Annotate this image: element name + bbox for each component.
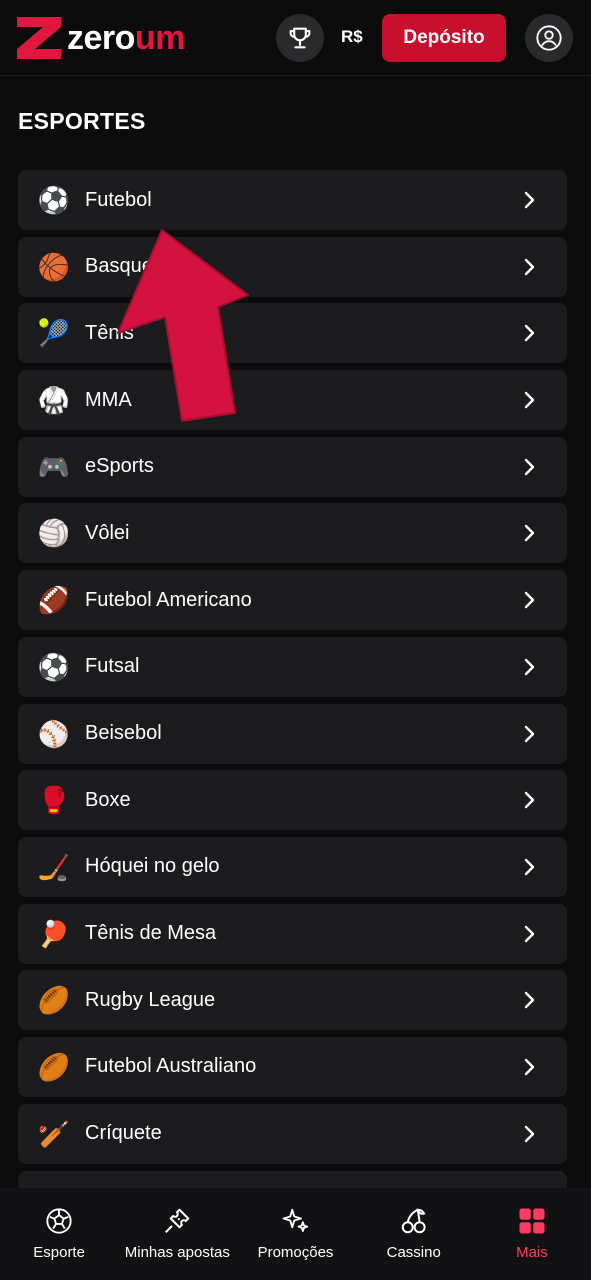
nav-label: Cassino (386, 1244, 441, 1261)
chevron-right-icon (524, 391, 535, 409)
grid-icon (517, 1206, 547, 1236)
sport-item[interactable]: 🎮 eSports (18, 436, 567, 497)
sport-label: Hóquei no gelo (85, 855, 220, 878)
chevron-right-icon (524, 191, 535, 209)
sport-list: ⚽ Futebol 🏀 Basquete 🎾 Tênis 🥋 MMA 🎮 eSports 🏐 Vôle… (18, 170, 567, 1170)
sport-label: Futebol (85, 188, 152, 211)
trophy-button[interactable] (276, 14, 324, 62)
profile-button[interactable] (525, 14, 573, 62)
sport-label: Tênis (85, 321, 134, 344)
chevron-right-icon (524, 258, 535, 275)
nav-label: Esporte (33, 1244, 85, 1261)
sport-item[interactable]: 🏏 Críquete (18, 1103, 567, 1164)
chevron-right-icon (524, 992, 535, 1009)
chevron-right-icon (524, 658, 535, 676)
nav-item-cassino[interactable]: Cassino (355, 1188, 473, 1280)
nav-item-esporte[interactable]: Esporte (0, 1188, 118, 1280)
sport-item[interactable]: 🏉 Rugby League (18, 970, 567, 1031)
sport-item[interactable]: ⚾ Beisebol (18, 703, 567, 764)
sport-item[interactable]: 🥋 MMA (18, 370, 567, 431)
cricket-bat-icon: 🏏 (37, 1118, 71, 1149)
sport-item[interactable]: 🎾 Tênis (18, 303, 567, 364)
zeroum-logo[interactable]: zeroum (17, 17, 185, 59)
top-header: zeroum R$ Depósito (0, 0, 591, 76)
sport-item[interactable]: 🏐 Vôlei (18, 503, 567, 564)
sport-item[interactable]: 🏈 Futebol Americano (18, 570, 567, 631)
ping-pong-icon: 🏓 (37, 918, 71, 949)
nav-item-minhas-apostas[interactable]: Minhas apostas (118, 1188, 236, 1280)
australian-football-icon: 🏉 (37, 1051, 71, 1082)
american-football-icon: 🏈 (37, 585, 71, 616)
sport-label: Beisebol (85, 722, 162, 744)
sport-label: Vôlei (85, 521, 130, 544)
chevron-right-icon (524, 725, 535, 742)
sport-label: MMA (85, 388, 132, 411)
chevron-right-icon (524, 1058, 535, 1076)
deposit-button[interactable]: Depósito (382, 14, 506, 62)
boxing-glove-icon: 🥊 (37, 785, 71, 816)
cherries-icon (399, 1206, 429, 1236)
trophy-icon (289, 27, 311, 49)
chevron-right-icon (524, 1125, 535, 1142)
sport-label: Basquete (85, 255, 170, 278)
sport-item[interactable]: 🏉 Futebol Australiano (18, 1036, 567, 1097)
sparkle-icon (281, 1206, 311, 1236)
chevron-right-icon (524, 591, 535, 609)
sport-label: eSports (85, 455, 154, 478)
sport-item[interactable]: 🏓 Tênis de Mesa (18, 903, 567, 964)
nav-label: Minhas apostas (124, 1244, 230, 1261)
sport-item[interactable]: 🏀 Basquete (18, 236, 567, 297)
rugby-ball-icon: 🏉 (37, 985, 71, 1016)
logo-text: zeroum (67, 19, 185, 57)
volleyball-icon: 🏐 (37, 518, 71, 549)
logo-z-mark-icon (17, 17, 61, 59)
mma-octagon-icon: 🥋 (37, 385, 71, 416)
sport-label: Rugby League (85, 988, 216, 1011)
soccer-ball-icon: ⚽ (37, 185, 71, 215)
sport-label: Futsal (85, 655, 140, 678)
sport-item[interactable]: ⚽ Futsal (18, 636, 567, 697)
game-controller-icon: 🎮 (37, 451, 71, 482)
nav-label: Promoções (257, 1244, 334, 1261)
nav-label: Mais (516, 1244, 548, 1261)
nav-item-promocoes[interactable]: Promoções (236, 1188, 354, 1280)
chevron-right-icon (524, 925, 535, 942)
sport-item[interactable]: 🥊 Boxe (18, 770, 567, 831)
tennis-ball-icon: 🎾 (37, 318, 71, 349)
user-icon (536, 25, 562, 51)
chevron-right-icon (524, 325, 535, 342)
chevron-right-icon (524, 858, 535, 876)
currency-label: R$ (341, 27, 363, 46)
sport-item[interactable]: ⚽ Futebol (18, 170, 567, 230)
nav-item-mais[interactable]: Mais (473, 1188, 591, 1280)
sport-label: Tênis de Mesa (85, 922, 217, 945)
baseball-icon: ⚾ (37, 718, 71, 749)
sport-label: Futebol Australiano (85, 1055, 257, 1078)
soccer-ball-outline-icon (44, 1206, 74, 1236)
sport-label: Críquete (85, 1122, 162, 1145)
bottom-navigation: Esporte Minhas apostas Promoções Cassino Mai… (0, 1188, 591, 1280)
chevron-right-icon (524, 791, 535, 809)
ticket-icon (162, 1206, 192, 1236)
sport-item[interactable]: 🏒 Hóquei no gelo (18, 836, 567, 897)
basketball-icon: 🏀 (37, 251, 71, 282)
futsal-ball-icon: ⚽ (37, 651, 71, 682)
sport-label: Futebol Americano (85, 588, 252, 611)
chevron-right-icon (524, 458, 535, 475)
chevron-right-icon (524, 525, 535, 542)
sport-label: Boxe (85, 788, 131, 811)
hockey-sticks-icon: 🏒 (37, 851, 71, 882)
section-title: ESPORTES (18, 108, 146, 134)
